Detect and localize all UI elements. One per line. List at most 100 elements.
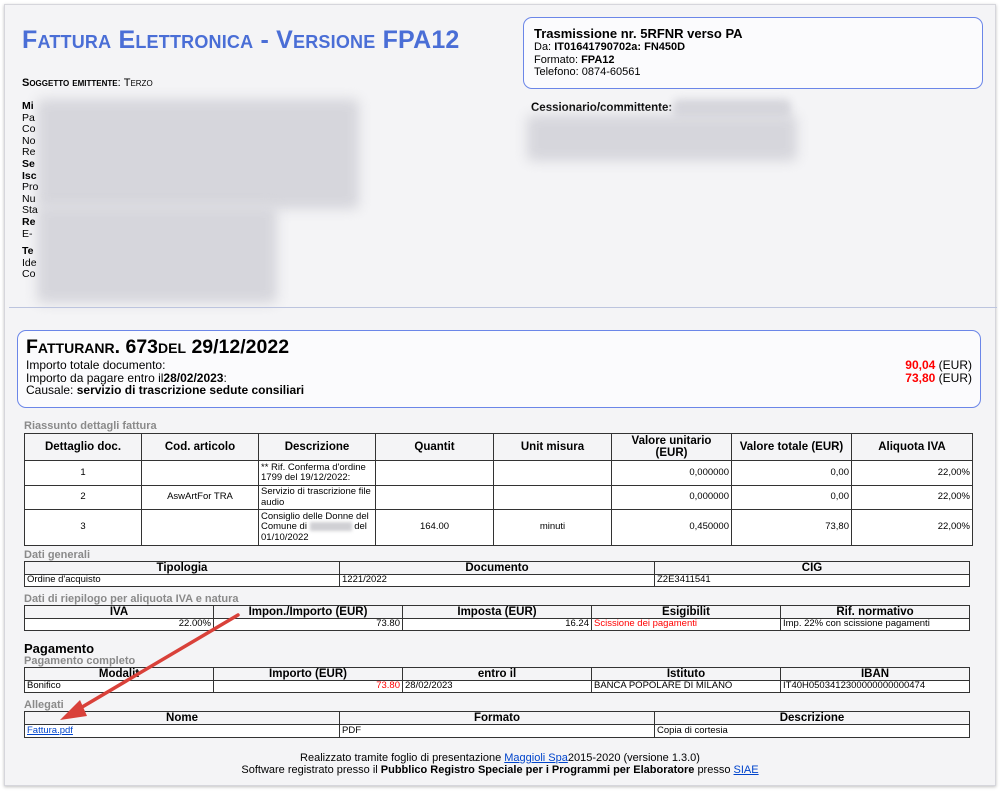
cell-tipologia: Ordine d'acquisto: [24, 574, 340, 587]
pagamento-table: Modalit Importo (EUR) entro il Istituto …: [24, 667, 970, 693]
field-initial: Se: [22, 157, 35, 170]
cell-valore-unitario: 0,000000: [611, 460, 732, 486]
col-cod-articolo: Cod. articolo: [141, 433, 259, 461]
allegati-section-title: Allegati: [24, 699, 64, 711]
table-row: 1 ** Rif. Conferma d'ordine 1799 del 19/…: [24, 460, 973, 486]
descrizione-date: 01/10/2022: [261, 531, 309, 543]
cell-um: [493, 485, 612, 510]
fattura-title-prefix: Fattura: [26, 336, 95, 358]
redacted-cedente-block: [37, 99, 359, 209]
cell-aliquota: 22,00%: [851, 460, 973, 486]
riepilogo-section-title: Dati di riepilogo per aliquota IVA e nat…: [24, 593, 239, 605]
footer-text: presso: [697, 763, 731, 776]
field-initial: Mi: [22, 100, 34, 112]
soggetto-label: Soggetto emittente: [22, 77, 118, 89]
importo-totale-amount: 90,04 (EUR): [905, 359, 972, 371]
attachment-link[interactable]: Fattura.pdf: [27, 726, 73, 736]
field-initial: Te: [22, 245, 34, 258]
col-esigibilita: Esigibilit: [591, 605, 781, 619]
cell-dettaglio: 3: [24, 509, 142, 546]
riassunto-section-title: Riassunto dettagli fattura: [24, 420, 157, 432]
cell-descrizione-allegato: Copia di cortesia: [654, 724, 970, 738]
col-documento: Documento: [339, 561, 655, 575]
table-row: Bonifico 73.80 28/02/2023 BANCA POPOLARE…: [24, 680, 970, 693]
fattura-number: nr. 673: [94, 336, 159, 358]
causale-label: Causale:: [26, 383, 74, 397]
col-descrizione: Descrizione: [258, 433, 376, 461]
col-aliquota-iva: Aliquota IVA: [851, 433, 973, 461]
soggetto-value: Terzo: [123, 77, 153, 89]
cell-cod: [141, 509, 259, 546]
cell-dettaglio: 2: [24, 485, 142, 510]
telefono-value: 0874-60561: [581, 66, 641, 78]
col-dettaglio: Dettaglio doc.: [24, 433, 142, 461]
fattura-summary-box: Fatturanr. 673del 29/12/2022 Importo tot…: [17, 330, 981, 408]
footer: Realizzato tramite foglio di presentazio…: [5, 752, 995, 777]
cell-valore-totale: 0,00: [731, 485, 852, 510]
telefono-label: Telefono:: [534, 66, 579, 78]
col-istituto: Istituto: [591, 667, 781, 681]
importo-pagare-value: 73,80: [905, 370, 936, 385]
table-row: Ordine d'acquisto 1221/2022 Z2E3411541: [24, 574, 970, 587]
col-unita-misura: Unit misura: [493, 433, 612, 461]
allegati-table: Nome Formato Descrizione Fattura.pdf PDF…: [24, 711, 970, 738]
pagamento-section-title: Pagamento completo: [24, 655, 136, 667]
footer-line-2: Software registrato presso il Pubblico R…: [5, 763, 995, 777]
cell-modalita: Bonifico: [24, 680, 214, 693]
importo-pagare-amount: 73,80 (EUR): [905, 370, 972, 385]
cell-descrizione: Consiglio delle Donne del Comune di del …: [258, 509, 376, 546]
currency-label: (EUR): [938, 370, 972, 385]
causale-value: servizio di trascrizione sedute consilia…: [76, 383, 305, 397]
footer-text: Realizzato tramite foglio di presentazio…: [300, 752, 502, 764]
cell-rif-normativo: Imp. 22% con scissione pagamenti: [780, 618, 970, 631]
col-nome: Nome: [24, 711, 340, 725]
cell-cod: AswArtFor TRA: [141, 485, 259, 510]
cell-quantita: 164.00: [375, 509, 494, 546]
field-initial: Pro: [22, 181, 39, 194]
da-label: Da:: [534, 41, 552, 53]
col-modalita: Modalit: [24, 667, 214, 681]
field-initial: Co: [22, 268, 36, 281]
siae-link[interactable]: SIAE: [734, 764, 759, 776]
col-imponibile: Impon./Importo (EUR): [213, 605, 403, 619]
maggioli-link[interactable]: Maggioli Spa: [504, 752, 568, 764]
cell-dettaglio: 1: [24, 460, 142, 486]
cell-um: minuti: [493, 509, 612, 546]
cell-descrizione: Servizio di trascrizione file audio: [258, 485, 376, 510]
cell-entro-il: 28/02/2023: [402, 680, 592, 693]
cell-iva: 22.00%: [24, 618, 214, 631]
descrizione-part: del: [354, 521, 367, 533]
col-iban: IBAN: [780, 667, 970, 681]
table-row: 22.00% 73.80 16.24 Scissione dei pagamen…: [24, 618, 970, 631]
cell-imposta: 16.24: [402, 618, 592, 631]
field-initial: E-: [22, 227, 33, 240]
cell-valore-totale: 73,80: [731, 509, 852, 546]
cell-aliquota: 22,00%: [851, 509, 973, 546]
trasmissione-formato: Formato: FPA12: [534, 54, 972, 67]
redacted-comune: [309, 522, 352, 532]
col-formato: Formato: [339, 711, 655, 725]
cedente-field-initials: Mi Pa Co No Re Se Isc Pro Nu Sta Re E- Te Ide Co: [22, 100, 39, 281]
table-row: 3 Consiglio delle Donne del Comune di de…: [24, 509, 973, 546]
cell-cig: Z2E3411541: [654, 574, 970, 587]
cell-valore-unitario: 0,000000: [611, 485, 732, 510]
trasmissione-box: Trasmissione nr. 5RFNR verso PA Da: IT01…: [523, 17, 983, 89]
table-row: 2 AswArtFor TRA Servizio di trascrizione…: [24, 485, 973, 510]
footer-text: Software registrato presso il: [241, 763, 378, 776]
col-valore-totale: Valore totale (EUR): [731, 433, 852, 461]
cell-esigibilita: Scissione dei pagamenti: [591, 618, 781, 631]
cell-um: [493, 460, 612, 486]
pagamento-title: Pagamento: [24, 641, 95, 656]
cell-quantita: [375, 460, 494, 486]
table-row: Fattura.pdf PDF Copia di cortesia: [24, 724, 970, 738]
col-importo: Importo (EUR): [213, 667, 403, 681]
col-quantita: Quantit: [375, 433, 494, 461]
cell-imponibile: 73.80: [213, 618, 403, 631]
cell-quantita: [375, 485, 494, 510]
cell-istituto: BANCA POPOLARE DI MILANO: [591, 680, 781, 693]
cell-cod: [141, 460, 259, 486]
cell-valore-unitario: 0,450000: [611, 509, 732, 546]
header-divider: [9, 307, 997, 308]
redacted-cessionario-block: [527, 115, 797, 161]
invoice-page: Fattura Elettronica - Versione FPA12 Sog…: [4, 4, 997, 786]
